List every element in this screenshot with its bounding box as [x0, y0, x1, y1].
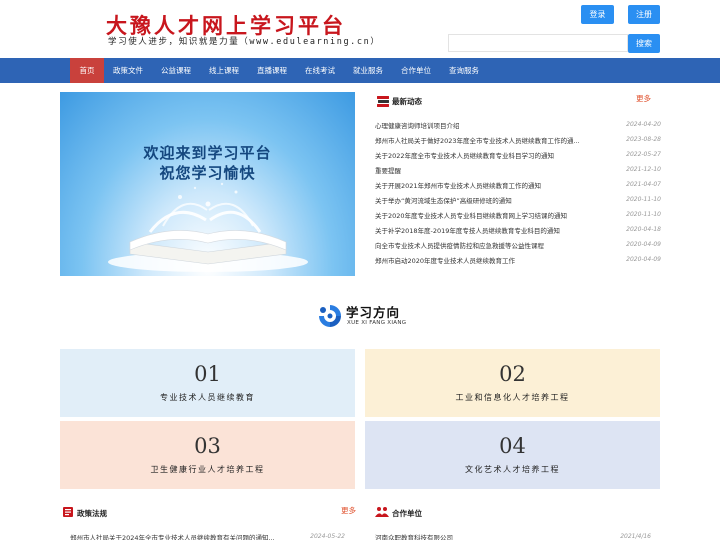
card-number: 04 [499, 434, 526, 459]
direction-subtitle: XUE XI FANG XIANG [347, 320, 407, 326]
direction-card[interactable]: 01 专业技术人员继续教育 [60, 349, 355, 417]
policy-item[interactable]: 郑州市人社局关于2024年全市专业技术人员继续教育有关问题的通知... 2024… [70, 530, 345, 540]
policy-item-date: 2024-05-22 [310, 533, 345, 540]
news-item[interactable]: 郑州市启动2020年度专业技术人员继续教育工作 2020-04-09 [375, 252, 661, 267]
news-item[interactable]: 关于补学2018年度-2019年度专技人员继续教育专业科目的通知 2020-04… [375, 222, 661, 237]
nav-item-home[interactable]: 首页 [70, 58, 104, 83]
card-label: 专业技术人员继续教育 [160, 392, 255, 402]
site-slogan: 学习使人进步，知识就是力量（www.edulearning.cn） [108, 37, 381, 47]
hero-banner[interactable]: 欢迎来到学习平台 祝您学习愉快 [60, 92, 355, 276]
news-item-date: 2020-11-10 [626, 196, 661, 203]
main-nav: 首页 政策文件 公益课程 线上课程 直播课程 在线考试 就业服务 合作单位 查询… [0, 58, 720, 83]
news-item-date: 2020-04-09 [626, 241, 661, 248]
open-book-icon [108, 182, 308, 272]
nav-item-online-courses[interactable]: 线上课程 [204, 58, 244, 83]
news-section-title: 最新动态 [392, 97, 422, 106]
search-button[interactable]: 搜索 [628, 34, 660, 53]
news-item[interactable]: 重要提醒 2021-12-10 [375, 162, 661, 177]
news-item[interactable]: 心理健康咨询师培训项目介绍 2024-04-20 [375, 117, 661, 132]
news-item-title: 郑州市启动2020年度专业技术人员继续教育工作 [375, 256, 516, 265]
direction-card[interactable]: 03 卫生健康行业人才培养工程 [60, 421, 355, 489]
news-item-date: 2023-08-28 [626, 136, 661, 143]
policy-more-link[interactable]: 更多 [341, 505, 356, 516]
news-item-title: 重要提醒 [375, 166, 401, 175]
direction-logo-icon [319, 305, 341, 327]
nav-item-policy[interactable]: 政策文件 [108, 58, 148, 83]
direction-title: 学习方向 [346, 305, 401, 320]
nav-item-employment[interactable]: 就业服务 [348, 58, 388, 83]
news-item[interactable]: 向全市专业技术人员提供疫情防控和应急救援等公益性课程 2020-04-09 [375, 237, 661, 252]
policy-icon [63, 507, 73, 517]
news-item-date: 2021-04-07 [626, 181, 661, 188]
card-number: 01 [194, 362, 221, 387]
news-item[interactable]: 关于举办“黄河流域生态保护”高级研修班的通知 2020-11-10 [375, 192, 661, 207]
direction-card[interactable]: 04 文化艺术人才培养工程 [365, 421, 660, 489]
partner-item-title: 河南众职教育科技有限公司 [375, 533, 453, 540]
nav-item-live-courses[interactable]: 直播课程 [252, 58, 292, 83]
news-item-date: 2020-11-10 [626, 211, 661, 218]
news-item-title: 关于开展2021年郑州市专业技术人员继续教育工作的通知 [375, 181, 542, 190]
news-item-date: 2024-04-20 [626, 121, 661, 128]
partner-item-date: 2021/4/16 [620, 533, 651, 540]
partner-icon [375, 507, 389, 517]
news-item-date: 2021-12-10 [626, 166, 661, 173]
news-item-title: 关于2022年度全市专业技术人员继续教育专业科目学习的通知 [375, 151, 555, 160]
card-number: 02 [499, 362, 526, 387]
nav-item-public-courses[interactable]: 公益课程 [156, 58, 196, 83]
card-label: 文化艺术人才培养工程 [465, 464, 560, 474]
policy-section-title: 政策法规 [77, 509, 107, 518]
news-item-title: 郑州市人社局关于做好2023年度全市专业技术人员继续教育工作的通... [375, 136, 580, 145]
news-item-title: 向全市专业技术人员提供疫情防控和应急救援等公益性课程 [375, 241, 544, 250]
news-item-title: 心理健康咨询师培训项目介绍 [375, 121, 460, 130]
card-label: 工业和信息化人才培养工程 [455, 392, 570, 402]
news-item[interactable]: 关于2022年度全市专业技术人员继续教育专业科目学习的通知 2022-05-27 [375, 147, 661, 162]
register-button[interactable]: 注册 [628, 5, 660, 24]
direction-card[interactable]: 02 工业和信息化人才培养工程 [365, 349, 660, 417]
nav-item-query[interactable]: 查询服务 [444, 58, 484, 83]
policy-item-title: 郑州市人社局关于2024年全市专业技术人员继续教育有关问题的通知... [70, 533, 275, 540]
card-label: 卫生健康行业人才培养工程 [150, 464, 265, 474]
partner-item[interactable]: 河南众职教育科技有限公司 2021/4/16 [375, 530, 651, 540]
news-item-date: 2022-05-27 [626, 151, 661, 158]
news-item-date: 2020-04-09 [626, 256, 661, 263]
news-item-title: 关于补学2018年度-2019年度专技人员继续教育专业科目的通知 [375, 226, 560, 235]
books-icon [377, 96, 389, 107]
news-more-link[interactable]: 更多 [636, 93, 651, 104]
news-item-date: 2020-04-18 [626, 226, 661, 233]
news-item-title: 关于2020年度专业技术人员专业科目继续教育网上学习结课的通知 [375, 211, 568, 220]
nav-item-partners[interactable]: 合作单位 [396, 58, 436, 83]
login-button[interactable]: 登录 [581, 5, 614, 24]
news-item[interactable]: 关于2020年度专业技术人员专业科目继续教育网上学习结课的通知 2020-11-… [375, 207, 661, 222]
news-item-title: 关于举办“黄河流域生态保护”高级研修班的通知 [375, 196, 512, 205]
nav-item-online-exam[interactable]: 在线考试 [300, 58, 340, 83]
news-item[interactable]: 郑州市人社局关于做好2023年度全市专业技术人员继续教育工作的通... 2023… [375, 132, 661, 147]
partners-section-title: 合作单位 [392, 509, 422, 518]
search-input[interactable] [448, 34, 628, 52]
card-number: 03 [194, 434, 221, 459]
news-item[interactable]: 关于开展2021年郑州市专业技术人员继续教育工作的通知 2021-04-07 [375, 177, 661, 192]
